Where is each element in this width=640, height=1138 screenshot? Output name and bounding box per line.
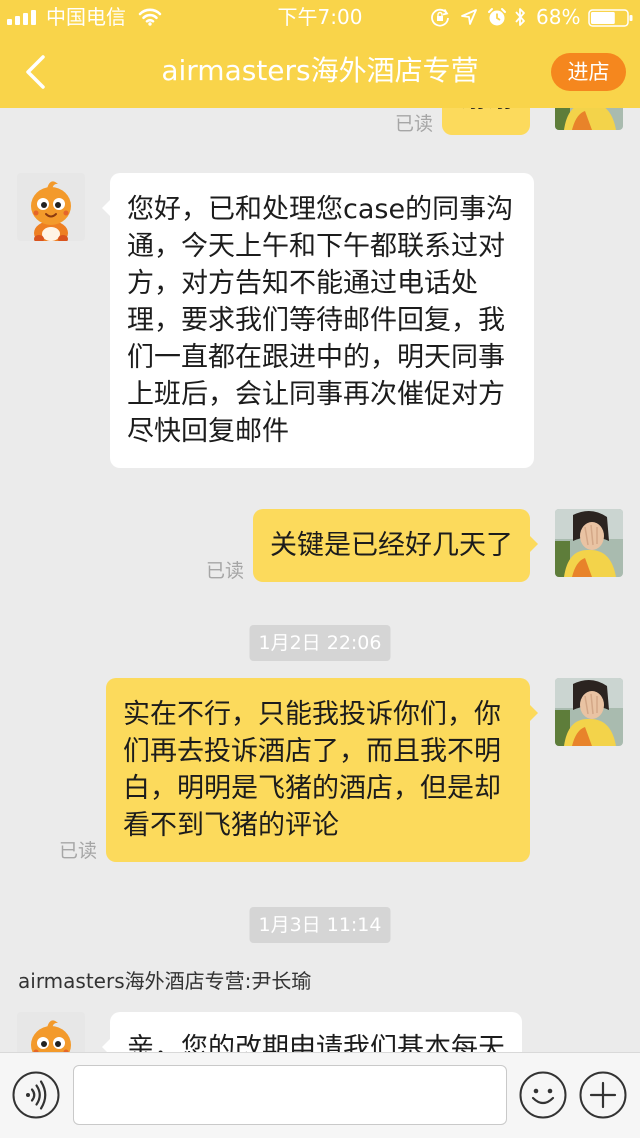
read-receipt: 已读 bbox=[394, 113, 433, 135]
plus-button[interactable] bbox=[579, 1071, 627, 1119]
message-text: 您好，已和处理您case的同事沟通，今天上午和下午都联系过对方，对方告知不能通过… bbox=[127, 194, 514, 447]
message-bubble[interactable]: 谢谢 bbox=[442, 108, 530, 135]
plus-icon bbox=[579, 1071, 627, 1119]
battery-level-fill bbox=[591, 12, 615, 24]
emoji-button[interactable] bbox=[519, 1071, 567, 1119]
emoji-icon bbox=[519, 1071, 567, 1119]
timestamp: 1月3日 11:14 bbox=[249, 907, 391, 943]
chevron-left-icon bbox=[26, 55, 45, 89]
bluetooth-icon bbox=[515, 8, 525, 26]
location-icon bbox=[461, 9, 477, 25]
merchant-avatar[interactable] bbox=[17, 173, 85, 241]
message-bubble[interactable]: 关键是已经好几天了 bbox=[253, 509, 538, 582]
message-bubble[interactable]: 亲，您的改期申请我们基本每天 bbox=[102, 1012, 522, 1052]
timestamp: 1月2日 22:06 bbox=[249, 625, 391, 661]
message-bubble[interactable]: 您好，已和处理您case的同事沟通，今天上午和下午都联系过对方，对方告知不能通过… bbox=[102, 173, 534, 468]
battery-percent: 68% bbox=[536, 5, 581, 29]
top-bar: 中国电信 下午7:00 68% airmasters海外酒店专营 进店 bbox=[0, 0, 640, 108]
voice-button[interactable] bbox=[12, 1071, 60, 1119]
user-avatar[interactable] bbox=[555, 678, 623, 746]
message-text: 谢谢 bbox=[459, 108, 513, 114]
message-bubble[interactable]: 实在不行，只能我投诉你们，你们再去投诉酒店了，而且我不明白，明明是飞猪的酒店，但… bbox=[106, 678, 538, 862]
battery-icon bbox=[588, 9, 633, 27]
shop-button[interactable]: 进店 bbox=[551, 53, 626, 91]
user-avatar[interactable] bbox=[555, 108, 623, 130]
message-text: 关键是已经好几天了 bbox=[270, 530, 513, 561]
message-text: 亲，您的改期申请我们基本每天 bbox=[127, 1033, 505, 1052]
page-title: airmasters海外酒店专营 bbox=[161, 54, 479, 87]
read-receipt: 已读 bbox=[58, 840, 97, 862]
back-button[interactable] bbox=[14, 50, 58, 94]
rotation-lock-icon bbox=[431, 8, 449, 27]
read-receipt: 已读 bbox=[205, 560, 244, 582]
alarm-icon bbox=[488, 8, 506, 26]
message-row: 已读 关键是已经好几天了 bbox=[205, 509, 538, 582]
input-bar bbox=[0, 1052, 640, 1138]
message-row: 已读 实在不行，只能我投诉你们，你们再去投诉酒店了，而且我不明白，明明是飞猪的酒… bbox=[58, 678, 538, 862]
chat-scroll-area[interactable]: 已读 谢谢 您好，已和处理您case的同事沟通，今天上午和下午都联系过对方，对方… bbox=[0, 108, 640, 1052]
user-avatar[interactable] bbox=[555, 509, 623, 577]
message-row: 已读 谢谢 bbox=[395, 108, 530, 135]
message-text: 实在不行，只能我投诉你们，你们再去投诉酒店了，而且我不明白，明明是飞猪的酒店，但… bbox=[123, 699, 501, 841]
voice-icon bbox=[12, 1071, 60, 1119]
sender-label: airmasters海外酒店专营:尹长瑜 bbox=[18, 969, 312, 993]
message-input[interactable] bbox=[73, 1065, 507, 1125]
merchant-avatar[interactable] bbox=[17, 1012, 85, 1052]
